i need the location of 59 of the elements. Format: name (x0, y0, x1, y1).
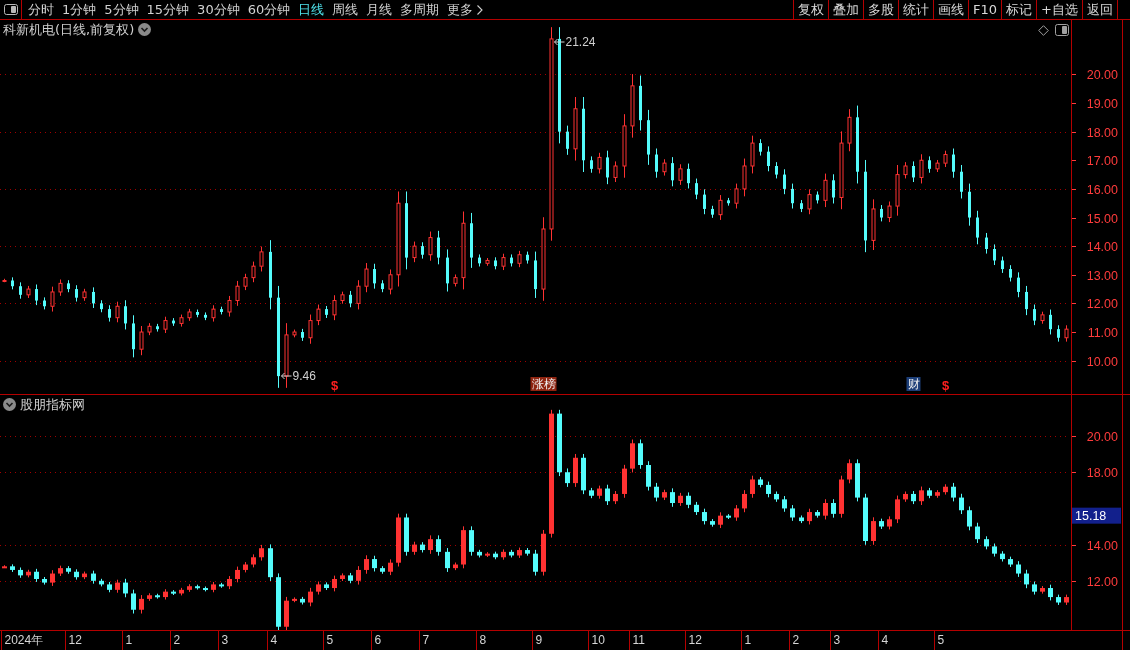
date-label: 4 (881, 633, 889, 647)
date-label: 6 (374, 633, 382, 647)
axis-label: 18.00 (1086, 466, 1118, 480)
toolbar-button[interactable]: 叠加 (828, 0, 864, 19)
period-tab[interactable]: 月线 (362, 0, 397, 19)
date-label: 5 (326, 633, 334, 647)
date-label: 2 (792, 633, 800, 647)
dropdown-icon[interactable] (3, 398, 16, 411)
period-tab[interactable]: 30分钟 (193, 0, 244, 19)
date-label: 12 (688, 633, 702, 647)
axis-label: 12.00 (1086, 575, 1118, 589)
date-label: 3 (833, 633, 841, 647)
axis-label: 20.00 (1086, 430, 1118, 444)
date-label: 2 (173, 633, 181, 647)
toolbar-button[interactable]: 返回 (1082, 0, 1118, 19)
date-label: 8 (479, 633, 487, 647)
date-label: 3 (221, 633, 229, 647)
date-label: 4 (270, 633, 278, 647)
date-label: 5 (937, 633, 945, 647)
date-label: 2024年 (4, 633, 44, 647)
toolbar-button[interactable]: 复权 (793, 0, 829, 19)
date-label: 11 (632, 633, 645, 647)
toolbar-button[interactable]: F10 (968, 0, 1002, 19)
axis-label: 11.00 (1087, 326, 1118, 340)
sidebar-toggle-icon (3, 4, 18, 15)
period-tab[interactable]: 周线 (328, 0, 363, 19)
toolbar-button[interactable]: 标记 (1001, 0, 1037, 19)
period-tab[interactable]: 60分钟 (243, 0, 295, 19)
axis-label: 20.00 (1086, 68, 1118, 82)
axis-label: 18.00 (1086, 126, 1118, 140)
toolbar-button[interactable]: 统计 (898, 0, 934, 19)
date-label: 12 (68, 633, 82, 647)
date-label: 10 (591, 633, 605, 647)
indicator-title: 股朋指标网 (20, 397, 85, 412)
chevron-right-icon (477, 4, 484, 15)
date-label: 9 (535, 633, 543, 647)
period-tab[interactable]: 分时 (24, 0, 58, 19)
period-tab[interactable]: 日线 (294, 0, 329, 19)
more-menu[interactable]: 更多 (443, 0, 488, 19)
current-value-label: 15.18 (1072, 507, 1121, 524)
period-tab[interactable]: 5分钟 (100, 0, 143, 19)
axis-label: 13.00 (1086, 269, 1118, 283)
axis-label: 14.00 (1086, 240, 1118, 254)
axis-label: 14.00 (1086, 539, 1118, 553)
axis-label: 16.00 (1086, 183, 1118, 197)
axis-label: 17.00 (1086, 154, 1118, 168)
date-label: 1 (744, 633, 752, 647)
axis-label: 15.00 (1086, 212, 1118, 226)
toolbar-button[interactable]: +自选 (1036, 0, 1082, 19)
toolbar-button[interactable]: 多股 (863, 0, 899, 19)
date-label: 7 (422, 633, 430, 647)
period-tab[interactable]: 1分钟 (58, 0, 101, 19)
period-tab[interactable]: 15分钟 (142, 0, 194, 19)
axis-label: 19.00 (1086, 97, 1118, 111)
axis-label: 10.00 (1086, 355, 1118, 369)
axis-label: 12.00 (1086, 297, 1118, 311)
date-label: 1 (125, 633, 133, 647)
period-tab[interactable]: 多周期 (396, 0, 444, 19)
toolbar-button[interactable]: 画线 (933, 0, 969, 19)
